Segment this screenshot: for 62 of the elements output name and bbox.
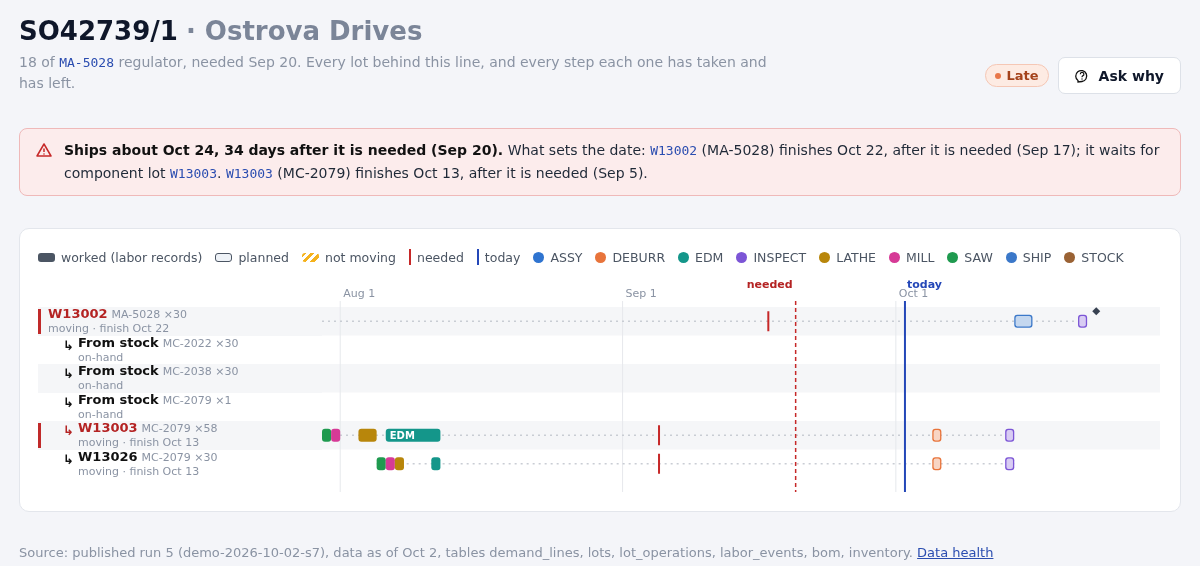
needed-tick [658,425,660,446]
needed-line-icon [409,249,411,265]
milestone-diamond-icon [1092,307,1101,316]
legend-label: DEBURR [612,249,666,265]
legend-label: INSPECT [753,249,807,265]
order-description: 18 of MA-5028 regulator, needed Sep 20. Every lot behind this line, and every step each one has taken and has left. [19,53,768,93]
needed-tick [658,453,660,474]
child-arrow: ↳ [63,424,74,438]
critical-marker [38,309,41,334]
today-line-icon [476,249,479,265]
customer-name: · Ostrova Drives [185,15,423,48]
legend-label: worked (labor records) [61,249,203,265]
legend-label: ASSY [550,249,583,265]
child-arrow: ↳ [63,452,74,467]
lot-name: W13002 [48,307,108,322]
lot-status: moving · finish Oct 13 [78,464,201,478]
legend-label: MILL [905,249,935,265]
lot-status: on-hand [78,407,125,421]
needed-tick [767,311,770,332]
part-quantity: MA-5028 ×30 [111,308,188,323]
part-quantity: MC-2079 ×30 [141,450,218,465]
legend-label: not moving [325,249,396,265]
source-note: Source: published run 5 (demo-2026-10-02-s7), data as of Oct 2, tables demand_lines, lots, lot_operations, labor_events, bom, inventory. [19,545,913,560]
lot-name: W13026 [78,449,138,464]
legend-label: EDM [695,249,724,265]
part-quantity: MC-2079 ×58 [141,422,218,437]
lot-name: From stock [78,364,159,379]
order-title: SO42739/1 [19,15,178,48]
lot-status: on-hand [78,350,125,364]
warning-icon [36,142,52,158]
legend-label: planned [238,249,289,265]
worked-swatch-icon [38,252,55,262]
critical-marker [38,423,41,448]
alert-message: Ships about Oct 24, 34 days after it is needed (Sep 20). What sets the date: W13002 (MA-5028) finishes Oct 22, after it is needed (Sep 17); it waits for component lot W13003. W13003 (MC-2079) finishes Oct 13, after it is needed (Sep 5). [64,141,1161,183]
ask-why-button[interactable]: Ask why [1057,57,1181,94]
data-health-link[interactable]: Data health [917,545,994,560]
planned-swatch-icon [215,252,233,262]
lot-name: From stock [78,335,159,350]
lot-name: W13003 [78,421,138,436]
status-badge: Late [984,64,1049,87]
lot-status: on-hand [78,379,125,393]
lot-name: From stock [78,392,159,407]
part-quantity: MC-2022 ×30 [162,336,239,351]
legend-label: SHIP [1022,249,1052,265]
child-arrow: ↳ [63,395,74,410]
axis-tick-label: Sep 1 [625,287,657,300]
legend-label: SAW [964,249,993,265]
child-arrow: ↳ [63,338,74,353]
axis-tick-label: Aug 1 [343,287,376,300]
legend-label: today [484,249,521,265]
lot-status: moving · finish Oct 13 [78,436,201,450]
lot-status: moving · finish Oct 22 [48,322,171,336]
child-arrow: ↳ [63,367,74,381]
question-icon [1074,68,1089,83]
legend-label: needed [417,249,464,265]
legend-label: LATHE [836,249,876,265]
part-quantity: MC-2038 ×30 [162,365,239,380]
part-quantity: MC-2079 ×1 [162,393,232,408]
bar-label: EDM [389,430,415,442]
legend-label: STOCK [1081,249,1124,265]
needed-date-label: needed [746,278,793,291]
striped-swatch-icon [302,252,319,262]
